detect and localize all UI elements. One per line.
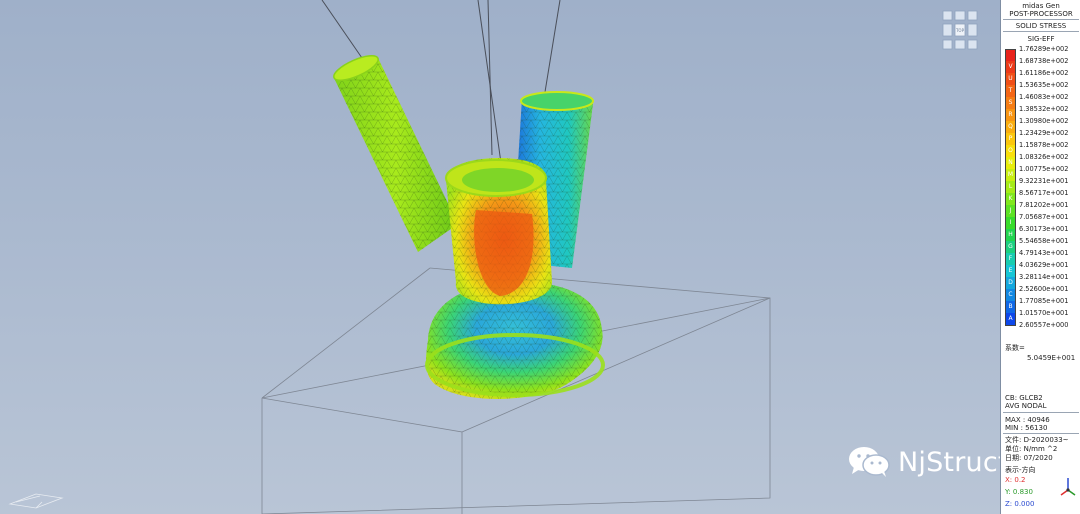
legend-swatch: D (1005, 277, 1016, 289)
max-node-label: MAX : 40946 (1005, 416, 1050, 424)
legend-value: 5.54658e+001 (1019, 237, 1069, 245)
legend-value: 6.30173e+001 (1019, 225, 1069, 233)
post-processor-panel: midas Gen POST-PROCESSOR SOLID STRESS SI… (1000, 0, 1080, 514)
legend-value: 1.23429e+002 (1019, 129, 1069, 137)
cable-line (321, 0, 363, 59)
legend-swatch: Q (1005, 121, 1016, 133)
legend-swatch: N (1005, 157, 1016, 169)
legend-swatch: F (1005, 253, 1016, 265)
center-cylinder (445, 158, 552, 305)
legend-value: 7.81202e+001 (1019, 201, 1069, 209)
legend-value: 1.15878e+002 (1019, 141, 1069, 149)
legend-swatch: I (1005, 217, 1016, 229)
view-direction-label: 表示-方向 (1005, 466, 1036, 474)
legend-value: 1.68738e+002 (1019, 57, 1069, 65)
legend-swatch: B (1005, 301, 1016, 313)
legend-value: 1.76289e+002 (1019, 45, 1069, 53)
date-label: 日期: 07/2020 (1005, 454, 1053, 462)
view-cube[interactable]: TOP (940, 8, 980, 56)
unit-label: 单位: N/mm ^2 (1005, 445, 1058, 453)
legend-swatch: R (1005, 109, 1016, 121)
legend-bottom-edge (1005, 325, 1016, 326)
legend-swatch: A (1005, 313, 1016, 325)
legend-value: 1.00775e+002 (1019, 165, 1069, 173)
legend-swatch: C (1005, 289, 1016, 301)
legend-swatch: L (1005, 181, 1016, 193)
legend-value: 9.32231e+001 (1019, 177, 1069, 185)
model-viewport[interactable]: TOP NjStructure (0, 0, 1000, 514)
legend-value: 2.52600e+001 (1019, 285, 1069, 293)
legend-value: 3.28114e+001 (1019, 273, 1069, 281)
legend-value: 1.38532e+002 (1019, 105, 1069, 113)
file-label: 文件: D-2020033~ (1005, 436, 1069, 444)
legend-value: 1.77085e+001 (1019, 297, 1069, 305)
axis-triad-icon (8, 493, 64, 509)
legend-swatch: H (1005, 229, 1016, 241)
contour-legend[interactable]: 1.76289e+002 V 1.68738e+002 U 1.61186e+002 T 1… (1001, 45, 1080, 335)
view-z-label: Z: 0.000 (1005, 500, 1035, 508)
legend-value: 1.46083e+002 (1019, 93, 1069, 101)
min-node-label: MIN : 56130 (1005, 424, 1048, 432)
result-type-label: SOLID STRESS (1015, 22, 1067, 30)
legend-value: 1.30980e+002 (1019, 117, 1069, 125)
watermark-text: NjStructure (898, 446, 1000, 478)
app-title: midas Gen (1022, 2, 1060, 10)
legend-swatch: P (1005, 133, 1016, 145)
component-label: SIG-EFF (1027, 35, 1055, 43)
legend-swatch: G (1005, 241, 1016, 253)
legend-swatch: E (1005, 265, 1016, 277)
legend-value: 4.79143e+001 (1019, 249, 1069, 257)
model-scene[interactable] (0, 0, 1000, 514)
legend-swatch: U (1005, 73, 1016, 85)
legend-value: 7.05687e+001 (1019, 213, 1069, 221)
factor-label: 系数= (1005, 344, 1025, 352)
view-x-label: X: 0.2 (1005, 476, 1026, 484)
left-tube (333, 55, 458, 252)
divider (1003, 31, 1079, 32)
legend-swatch: T (1005, 85, 1016, 97)
legend-value: 8.56717e+001 (1019, 189, 1069, 197)
divider (1003, 412, 1079, 413)
watermark: NjStructure (848, 444, 1000, 480)
divider (1003, 433, 1079, 434)
legend-value: 1.53635e+002 (1019, 81, 1069, 89)
factor-value: 5.0459E+001 (1027, 354, 1076, 362)
legend-min-value: 2.60557e+000 (1019, 321, 1069, 329)
averaging-label: AVG NODAL (1005, 402, 1047, 410)
load-combination-label: CB: GLCB2 (1005, 394, 1043, 402)
legend-swatch: M (1005, 169, 1016, 181)
legend-swatch: J (1005, 205, 1016, 217)
legend-value: 1.08326e+002 (1019, 153, 1069, 161)
legend-swatch: V (1005, 61, 1016, 73)
module-label: POST-PROCESSOR (1009, 10, 1073, 18)
view-cube-label: TOP (955, 28, 965, 33)
legend-swatch: K (1005, 193, 1016, 205)
view-y-label: Y: 0.830 (1005, 488, 1033, 496)
legend-swatch (1005, 49, 1016, 61)
axis-gizmo-icon (1060, 478, 1076, 496)
divider (1003, 19, 1079, 20)
legend-value: 4.03629e+001 (1019, 261, 1069, 269)
legend-value: 1.01570e+001 (1019, 309, 1069, 317)
cable-line (544, 0, 561, 93)
legend-swatch: O (1005, 145, 1016, 157)
legend-value: 1.61186e+002 (1019, 69, 1069, 77)
wechat-icon (849, 447, 890, 477)
legend-swatch: S (1005, 97, 1016, 109)
